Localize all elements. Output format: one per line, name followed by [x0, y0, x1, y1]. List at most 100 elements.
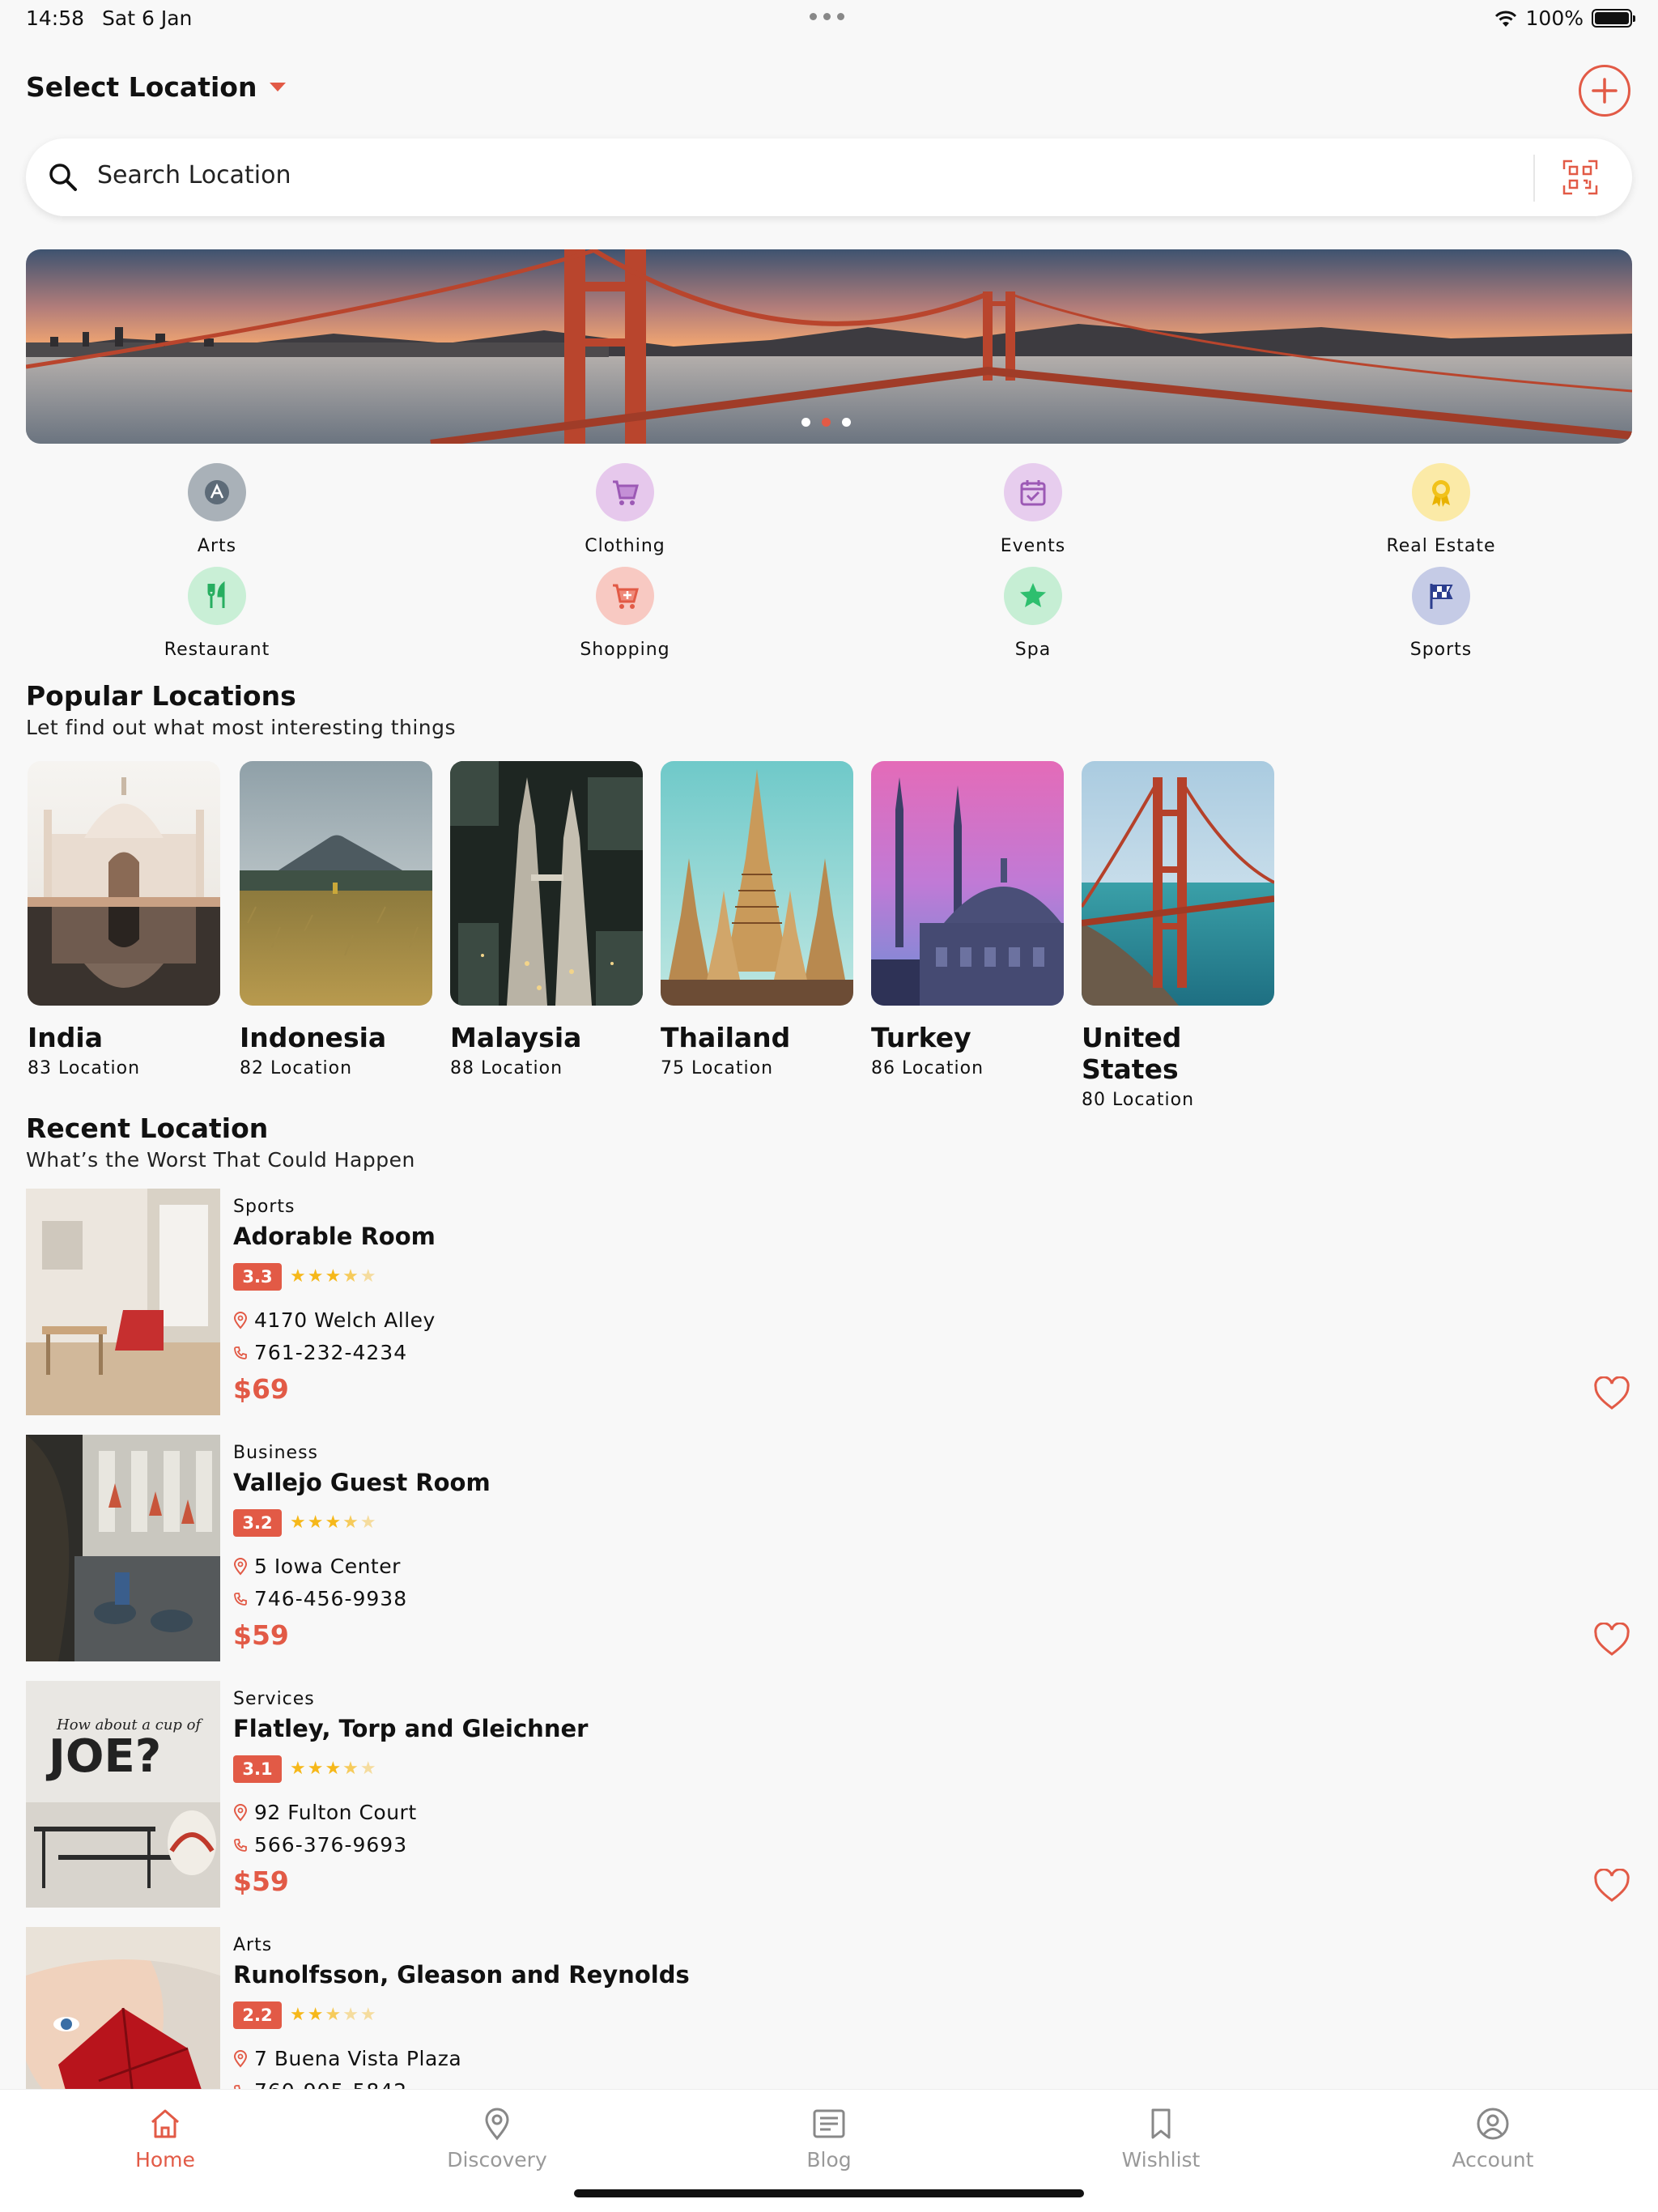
recent-title[interactable]: Vallejo Guest Room	[233, 1469, 491, 1496]
recent-phone: 566-376-9693	[233, 1833, 407, 1857]
location-name: United States	[1082, 1022, 1182, 1085]
category-spa[interactable]: Spa	[928, 567, 1138, 660]
tab-blog[interactable]: Blog	[740, 2106, 918, 2172]
phone-text[interactable]: 746-456-9938	[254, 1587, 407, 1610]
rating-stars-icon: ★★★★★	[290, 2005, 378, 2025]
select-location-dropdown[interactable]: Select Location	[26, 71, 287, 103]
location-count: 75 Location	[661, 1058, 774, 1078]
category-restaurant[interactable]: Restaurant	[112, 567, 322, 660]
category-arts[interactable]: Arts	[112, 463, 322, 556]
recent-category: Services	[233, 1689, 315, 1709]
indonesia-photo	[240, 761, 432, 1006]
category-real-estate[interactable]: Real Estate	[1336, 463, 1546, 556]
rating-stars-icon: ★★★★★	[290, 1512, 378, 1533]
malaysia-photo	[450, 761, 643, 1006]
home-icon	[151, 2109, 179, 2138]
category-label: Events	[1000, 536, 1066, 556]
tab-wishlist[interactable]: Wishlist	[1072, 2106, 1250, 2172]
phone-text[interactable]: 566-376-9693	[254, 1833, 407, 1857]
cart-icon	[596, 463, 654, 521]
add-button[interactable]	[1579, 65, 1630, 117]
popular-card-turkey[interactable]: Turkey 86 Location	[871, 761, 1064, 1078]
status-time: 14:58	[26, 6, 85, 30]
select-location-label: Select Location	[26, 71, 257, 103]
category-clothing[interactable]: Clothing	[520, 463, 730, 556]
search-icon	[49, 164, 77, 191]
home-indicator[interactable]	[574, 2189, 1084, 2197]
map-pin-icon	[485, 2108, 509, 2141]
address-text: 5 Iowa Center	[254, 1555, 401, 1578]
location-count: 86 Location	[871, 1058, 984, 1078]
recent-item-adorable-room[interactable]: Sports Adorable Room 3.3 ★★★★★ 4170 Welc…	[26, 1189, 1632, 1415]
banner-pagination[interactable]	[801, 418, 851, 427]
tab-label: Blog	[806, 2148, 852, 2172]
search-input[interactable]: Search Location	[97, 161, 291, 189]
popular-locations-subtitle: Let find out what most interesting thing…	[26, 716, 457, 739]
heart-icon[interactable]	[1593, 1869, 1630, 1903]
location-count: 80 Location	[1082, 1090, 1195, 1110]
rating-stars-icon: ★★★★★	[290, 1266, 378, 1287]
thailand-photo	[661, 761, 853, 1006]
phone-icon	[234, 1592, 247, 1606]
arts-icon	[188, 463, 246, 521]
cutlery-icon	[188, 567, 246, 625]
recent-title[interactable]: Runolfsson, Gleason and Reynolds	[233, 1961, 690, 1989]
category-label: Arts	[197, 536, 237, 556]
category-label: Restaurant	[164, 640, 270, 660]
newspaper-icon	[813, 2109, 845, 2138]
address-text: 4170 Welch Alley	[254, 1308, 436, 1332]
heart-icon[interactable]	[1593, 1623, 1630, 1657]
recent-location-title: Recent Location	[26, 1112, 269, 1144]
status-date: Sat 6 Jan	[102, 6, 193, 30]
search-bar[interactable]: Search Location	[26, 138, 1632, 216]
tab-discovery[interactable]: Discovery	[408, 2106, 586, 2172]
status-bar-right: 100%	[1494, 6, 1635, 30]
map-pin-icon	[233, 1557, 248, 1576]
popular-card-united-states[interactable]: United States 80 Location	[1082, 761, 1274, 1110]
recent-item-vallejo-guest-room[interactable]: Business Vallejo Guest Room 3.2 ★★★★★ 5 …	[26, 1435, 1632, 1661]
phone-icon	[234, 1346, 247, 1359]
recent-address: 5 Iowa Center	[233, 1555, 401, 1578]
award-icon	[1412, 463, 1470, 521]
popular-card-indonesia[interactable]: Indonesia 82 Location	[240, 761, 432, 1078]
rating-badge: 2.2	[233, 2001, 282, 2029]
bookmark-icon	[1151, 2108, 1171, 2139]
heart-icon[interactable]	[1593, 1376, 1630, 1410]
search-divider	[1533, 155, 1535, 202]
qr-scan-icon[interactable]	[1562, 160, 1598, 195]
rating-stars-icon: ★★★★★	[290, 1759, 378, 1779]
category-shopping[interactable]: Shopping	[520, 567, 730, 660]
category-label: Clothing	[585, 536, 665, 556]
location-name: Malaysia	[450, 1022, 582, 1053]
map-pin-icon	[233, 1803, 248, 1822]
recent-price: $59	[233, 1865, 289, 1897]
tab-home[interactable]: Home	[76, 2106, 254, 2172]
recent-address: 4170 Welch Alley	[233, 1308, 436, 1332]
shopping-cart-icon	[596, 567, 654, 625]
recent-title[interactable]: Adorable Room	[233, 1223, 436, 1250]
tab-account[interactable]: Account	[1404, 2106, 1582, 2172]
recent-phone: 761-232-4234	[233, 1341, 407, 1364]
battery-percent: 100%	[1525, 6, 1584, 30]
recent-address: 92 Fulton Court	[233, 1801, 417, 1824]
popular-card-thailand[interactable]: Thailand 75 Location	[661, 761, 853, 1078]
recent-title[interactable]: Flatley, Torp and Gleichner	[233, 1715, 588, 1742]
multitasking-dots-icon[interactable]	[810, 13, 844, 20]
location-name: Thailand	[661, 1022, 791, 1053]
address-text: 92 Fulton Court	[254, 1801, 417, 1824]
calendar-icon	[1004, 463, 1062, 521]
recent-item-flatley-torp-gleichner[interactable]: How about a cup of JOE? Services Flatley…	[26, 1681, 1632, 1908]
popular-card-india[interactable]: India 83 Location	[28, 761, 220, 1078]
tab-label: Wishlist	[1121, 2148, 1201, 2172]
category-sports[interactable]: Sports	[1336, 567, 1546, 660]
status-bar-left: 14:58 Sat 6 Jan	[26, 6, 210, 30]
category-events[interactable]: Events	[928, 463, 1138, 556]
cafe-sign-big-text: JOE?	[45, 1730, 161, 1783]
phone-text[interactable]: 761-232-4234	[254, 1341, 407, 1364]
recent-category: Sports	[233, 1197, 295, 1217]
recent-address: 7 Buena Vista Plaza	[233, 2047, 461, 2070]
hero-banner[interactable]	[26, 249, 1632, 444]
popular-card-malaysia[interactable]: Malaysia 88 Location	[450, 761, 643, 1078]
rating-badge: 3.2	[233, 1509, 282, 1537]
map-pin-icon	[233, 2049, 248, 2068]
